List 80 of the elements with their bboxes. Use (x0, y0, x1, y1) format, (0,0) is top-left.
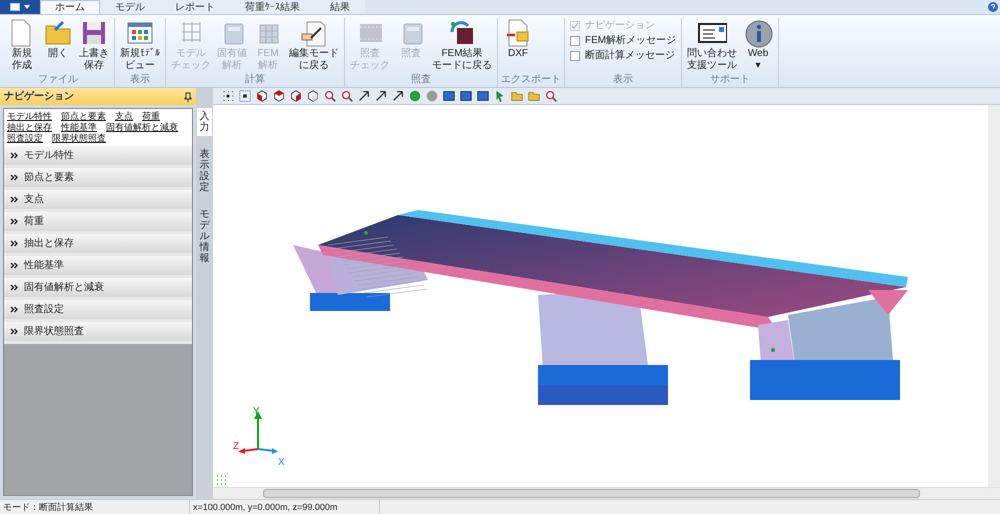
status-coordinates: x=100.000m, y=0.000m, z=99.000m (190, 500, 380, 514)
window-icon (10, 3, 20, 11)
side-tab[interactable]: 入力 (197, 108, 212, 136)
double-chevron-icon (10, 306, 18, 313)
caret-icon (24, 5, 30, 9)
image-icon[interactable] (459, 89, 473, 103)
dots-select-icon[interactable] (221, 89, 235, 103)
cube-icon[interactable] (272, 89, 286, 103)
info-icon (743, 18, 774, 48)
double-chevron-icon (10, 284, 18, 291)
ribbon-button[interactable]: 開く (41, 18, 75, 74)
image-icon[interactable] (476, 89, 490, 103)
ribbon-button[interactable]: 上書き 保存 (77, 18, 111, 74)
checkbox-option[interactable]: FEM解析メッセージ (570, 35, 676, 47)
group-label: 計算 (244, 74, 266, 87)
checkbox[interactable] (570, 51, 580, 61)
accordion-section[interactable]: 節点と要素 (4, 168, 192, 190)
group-label: ファイル (37, 74, 79, 87)
pin-icon[interactable] (184, 92, 192, 102)
ribbon-button[interactable]: DXF (501, 18, 535, 74)
app-menu-button[interactable] (0, 0, 40, 14)
double-chevron-icon (10, 174, 18, 181)
group-label: 表示 (129, 74, 151, 87)
image-icon[interactable] (442, 89, 456, 103)
accordion-section[interactable]: 性能基準 (4, 256, 192, 278)
navigation-link[interactable]: 性能基準 (61, 122, 97, 133)
vertical-scrollbar[interactable] (988, 105, 1000, 487)
ribbon-button[interactable]: Web ▾ (741, 18, 776, 74)
horizontal-scrollbar[interactable] (213, 487, 1000, 499)
navigation-link[interactable]: 照査設定 (7, 133, 43, 144)
navigation-link[interactable]: 抽出と保存 (7, 122, 52, 133)
group-label: エクスポート (501, 74, 561, 87)
ribbon-tab[interactable]: レポート (160, 0, 230, 14)
magnifier-icon[interactable] (544, 89, 558, 103)
accordion-section[interactable]: 限界状態照査 (4, 322, 192, 344)
navigation-link[interactable]: 支点 (115, 111, 133, 122)
ribbon-button[interactable]: FEM結果 モードに戻る (430, 18, 494, 74)
arrow-icon[interactable] (357, 89, 371, 103)
help-icon[interactable] (988, 2, 998, 12)
axis-indicator-drawing: Y Z X (233, 405, 293, 467)
navigation-link[interactable]: モデル特性 (7, 111, 52, 122)
panel-title: ナビゲーション (4, 90, 74, 104)
group-label: 表示 (612, 74, 634, 87)
double-chevron-icon (10, 196, 18, 203)
ribbon-tab[interactable]: モデル (100, 0, 160, 14)
side-tab[interactable]: 表示設定 (197, 146, 212, 196)
ribbon-button[interactable]: 新規ﾓﾃﾞﾙ ビュー (118, 18, 162, 74)
navigation-link[interactable]: 荷重 (142, 111, 160, 122)
ribbon-tab[interactable]: ホーム (40, 0, 100, 14)
double-chevron-icon (10, 240, 18, 247)
ribbon-button[interactable]: 新規 作成 (5, 18, 39, 74)
cube-icon[interactable] (255, 89, 269, 103)
cube-outline-icon[interactable] (306, 89, 320, 103)
ribbon-button[interactable]: 問い合わせ 支援ツール (685, 18, 740, 74)
ribbon-tab[interactable]: 荷重ｹｰｽ結果 (230, 0, 315, 14)
checkbox-option[interactable]: 断面計算メッセージ (570, 50, 676, 62)
grid-dots-icon (216, 475, 226, 485)
side-tab[interactable]: モデル情報 (197, 206, 212, 267)
double-chevron-icon (10, 328, 18, 335)
navigation-link[interactable]: 限界状態照査 (52, 133, 106, 144)
double-chevron-icon (10, 262, 18, 269)
accordion-section[interactable]: 照査設定 (4, 300, 192, 322)
accordion-section[interactable]: モデル特性 (4, 146, 192, 168)
status-mode: モード：断面計算結果 (0, 500, 190, 514)
group-label: サポート (709, 74, 752, 87)
accordion-section[interactable]: 支点 (4, 190, 192, 212)
accordion-section[interactable]: 荷重 (4, 212, 192, 234)
frame-select-icon[interactable] (238, 89, 252, 103)
double-chevron-icon (10, 218, 18, 225)
checkbox[interactable] (570, 36, 580, 46)
double-chevron-icon (10, 152, 18, 159)
navigation-link[interactable]: 節点と要素 (61, 111, 106, 122)
cube-icon[interactable] (289, 89, 303, 103)
accordion-section[interactable]: 固有値解析と減衰 (4, 278, 192, 300)
accordion-section[interactable]: 抽出と保存 (4, 234, 192, 256)
check-icon (571, 22, 579, 30)
ribbon-tab[interactable]: 結果 (315, 0, 365, 14)
navigation-link[interactable]: 固有値解析と減衰 (106, 122, 178, 133)
group-label: 照査 (410, 74, 432, 87)
ribbon-button[interactable]: 編集モード に戻る (287, 18, 341, 74)
